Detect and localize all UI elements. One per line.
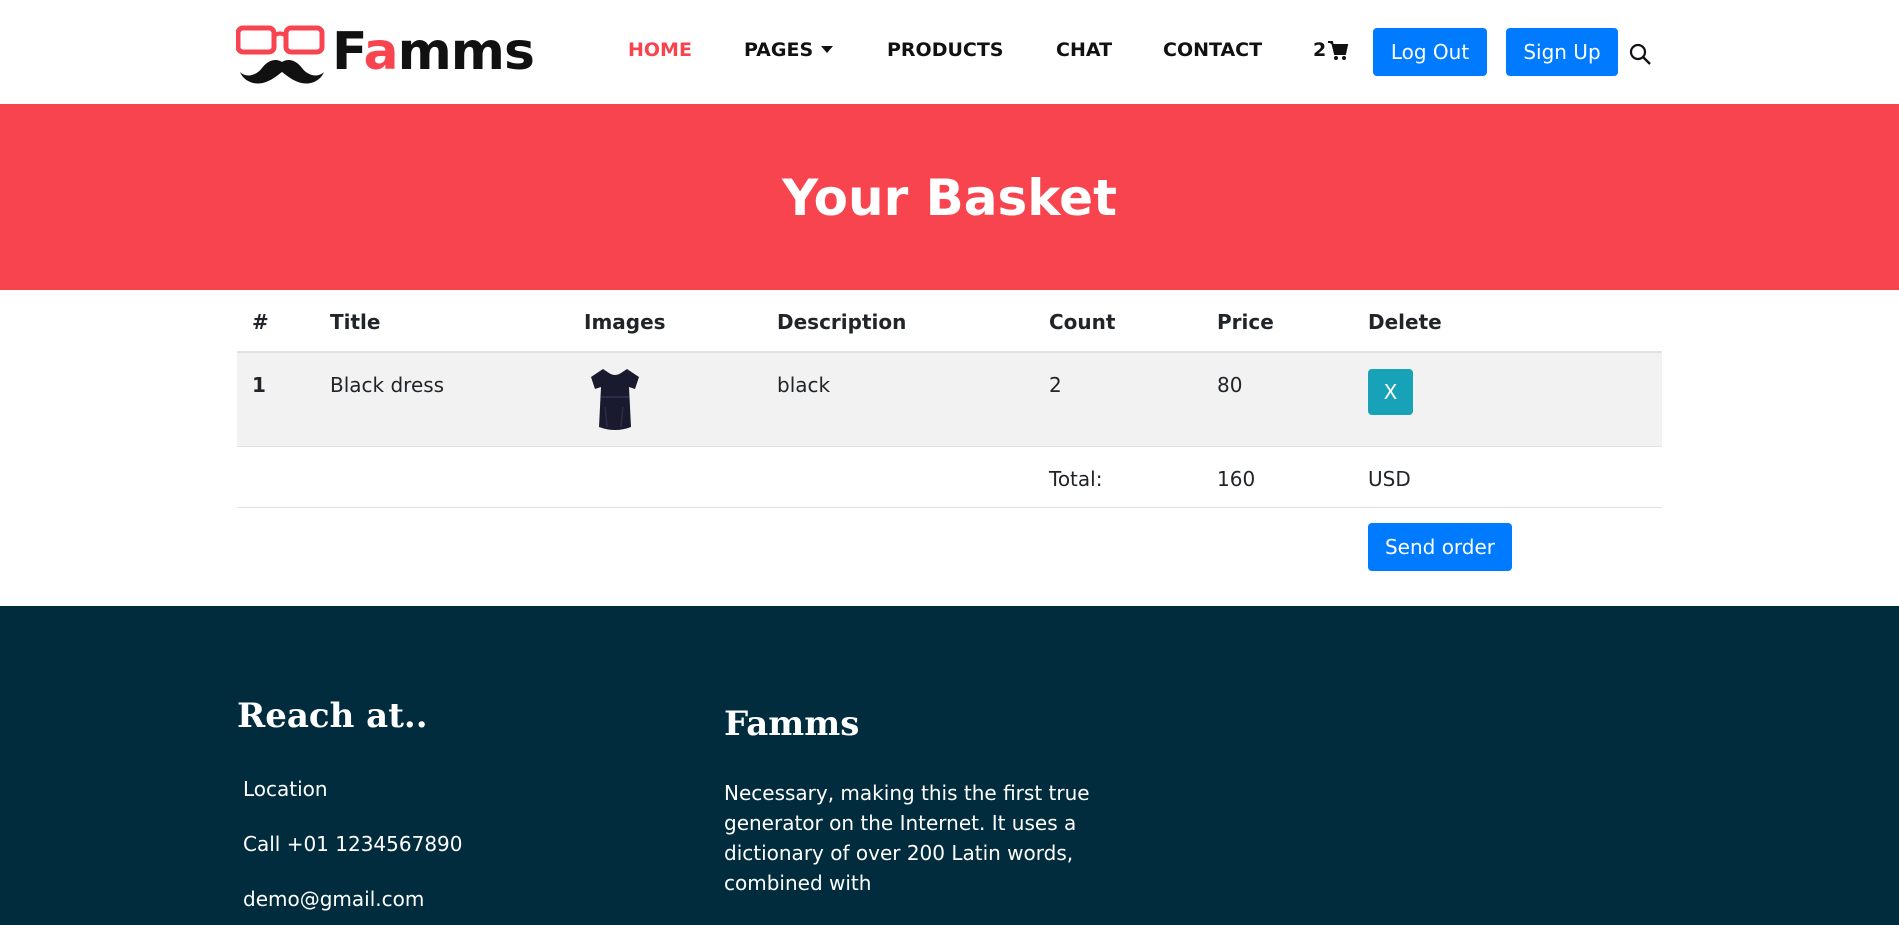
order-row: Send order — [237, 508, 1662, 596]
footer-email[interactable]: demo@gmail.com — [243, 886, 424, 912]
row-price: 80 — [1217, 373, 1243, 397]
nav-pages[interactable]: PAGES — [744, 36, 834, 64]
total-value: 160 — [1217, 467, 1256, 491]
table-header: # Title Images Description Count Price D… — [237, 290, 1662, 353]
header-description: Description — [777, 310, 907, 334]
total-label: Total: — [1049, 467, 1103, 491]
cart-icon — [1328, 41, 1349, 60]
chevron-down-icon — [821, 46, 834, 53]
brand-name: Famms — [332, 22, 535, 82]
nav-home[interactable]: HOME — [628, 36, 692, 64]
cart-link[interactable]: 2 — [1313, 36, 1349, 64]
footer-location: Location — [243, 777, 328, 801]
footer-phone[interactable]: Call +01 1234567890 — [243, 831, 463, 857]
page-title: Your Basket — [782, 169, 1117, 227]
total-row: Total: 160 USD — [237, 447, 1662, 508]
site-footer: Reach at.. Location Call +01 1234567890 … — [0, 606, 1899, 925]
black-dress-image — [591, 369, 639, 430]
header-delete: Delete — [1368, 310, 1442, 334]
row-count: 2 — [1049, 373, 1062, 397]
footer-about-text: Necessary, making this the first true ge… — [724, 781, 1090, 895]
nav-chat[interactable]: CHAT — [1056, 36, 1112, 64]
send-order-button[interactable]: Send order — [1368, 523, 1512, 571]
header-price: Price — [1217, 310, 1274, 334]
row-title: Black dress — [330, 373, 445, 397]
nav-pages-label: PAGES — [744, 39, 814, 61]
logout-button[interactable]: Log Out — [1373, 28, 1487, 76]
signup-button[interactable]: Sign Up — [1506, 28, 1618, 76]
header-count: Count — [1049, 310, 1116, 334]
footer-reach-title: Reach at.. — [237, 696, 428, 736]
table-row: 1 Black dress black 2 80 X — [237, 353, 1662, 447]
total-currency: USD — [1368, 467, 1411, 491]
delete-item-button[interactable]: X — [1368, 369, 1413, 415]
nav-contact[interactable]: CONTACT — [1163, 36, 1262, 64]
brand-logo[interactable]: Famms — [236, 20, 556, 84]
footer-about-title: Famms — [724, 704, 860, 744]
page-banner: Your Basket — [0, 104, 1899, 290]
row-description: black — [777, 373, 831, 397]
search-icon[interactable] — [1628, 42, 1652, 66]
header-index: # — [252, 310, 269, 334]
nav-products[interactable]: PRODUCTS — [887, 36, 1004, 64]
row-index: 1 — [252, 373, 266, 397]
header-title: Title — [330, 310, 381, 334]
cart-count: 2 — [1313, 39, 1327, 61]
header-images: Images — [584, 310, 666, 334]
mustache-glasses-icon — [236, 25, 325, 84]
site-header: Famms HOME PAGES PRODUCTS CHAT CONTACT 2… — [0, 0, 1899, 104]
